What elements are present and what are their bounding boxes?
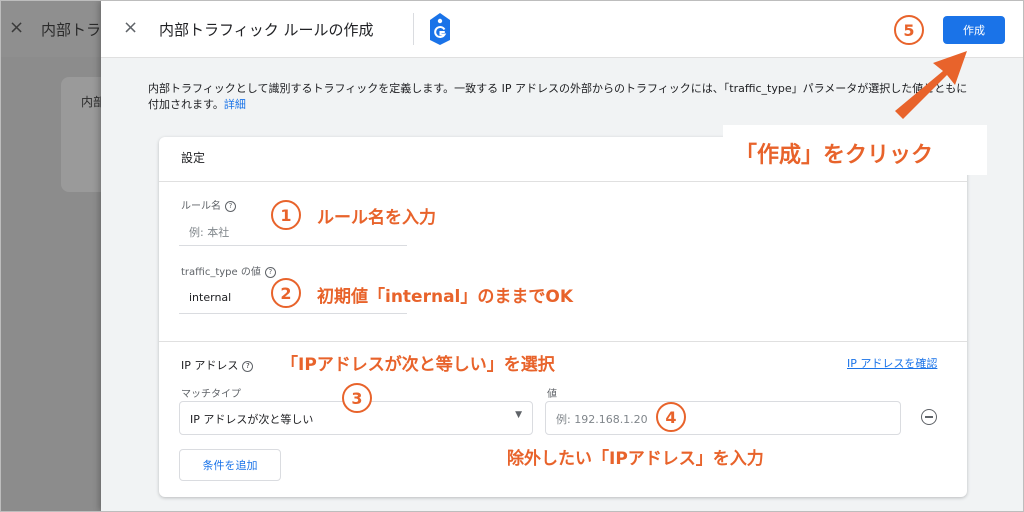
rule-name-label: ルール名? xyxy=(181,197,236,212)
annotation-click-create: 「作成」をクリック xyxy=(735,143,934,168)
match-type-value: IP アドレスが次と等しい xyxy=(190,413,314,426)
traffic-type-label: traffic_type の値? xyxy=(181,263,276,278)
ip-value-placeholder: 例: 192.168.1.20 xyxy=(556,413,648,426)
header-divider xyxy=(413,13,414,45)
create-rule-panel: × 内部トラフィック ルールの作成 作成 内部トラフィックとして識別するトラフィ… xyxy=(101,1,1023,511)
background-close-icon: × xyxy=(9,17,25,38)
background-title: 内部トラ xyxy=(41,21,102,39)
close-icon[interactable]: × xyxy=(123,17,138,38)
arrow-to-create-icon xyxy=(895,51,967,119)
create-button[interactable]: 作成 xyxy=(943,16,1005,44)
panel-header: × 内部トラフィック ルールの作成 作成 xyxy=(101,1,1023,58)
confirm-ip-link[interactable]: IP アドレスを確認 xyxy=(847,355,937,371)
settings-card-title: 設定 xyxy=(181,151,206,165)
annotation-traffic-type: 初期値「internal」のままでOK xyxy=(317,287,573,307)
rule-name-placeholder: 例: 本社 xyxy=(189,226,230,239)
settings-card: 設定 ルール名? 例: 本社 traffic_type の値? internal… xyxy=(159,137,967,497)
learn-more-link[interactable]: 詳細 xyxy=(224,98,246,111)
help-icon[interactable]: ? xyxy=(242,360,254,372)
value-label: 値 xyxy=(547,389,557,400)
step-3-marker: 3 xyxy=(342,383,372,413)
screenshot-frame: × 内部トラ 内部 × 内部トラフィック ルールの作成 作成 内部トラフィックと… xyxy=(0,0,1024,512)
description-text: 内部トラフィックとして識別するトラフィックを定義します。一致する IP アドレス… xyxy=(148,82,968,111)
google-tag-icon xyxy=(430,13,450,45)
step-1-marker: 1 xyxy=(271,200,301,230)
ip-address-label: IP アドレス? xyxy=(181,357,254,373)
step-2-marker: 2 xyxy=(271,278,301,308)
step-5-marker: 5 xyxy=(894,15,924,45)
annotation-match-type: 「IPアドレスが次と等しい」を選択 xyxy=(281,355,555,375)
remove-condition-icon[interactable] xyxy=(921,409,937,425)
add-condition-button[interactable]: 条件を追加 xyxy=(179,449,281,481)
section-divider xyxy=(159,341,967,342)
match-type-label: マッチタイプ xyxy=(181,389,241,400)
traffic-type-value: internal xyxy=(189,291,232,304)
ip-value-input[interactable]: 例: 192.168.1.20 xyxy=(545,401,901,435)
annotation-rule-name: ルール名を入力 xyxy=(317,208,436,228)
panel-description: 内部トラフィックとして識別するトラフィックを定義します。一致する IP アドレス… xyxy=(148,81,968,113)
step-4-marker: 4 xyxy=(656,402,686,432)
dropdown-arrow-icon: ▼ xyxy=(515,410,522,420)
annotation-ip-value: 除外したい「IPアドレス」を入力 xyxy=(507,449,764,469)
help-icon[interactable]: ? xyxy=(225,200,236,212)
panel-title: 内部トラフィック ルールの作成 xyxy=(159,21,374,39)
help-icon[interactable]: ? xyxy=(264,266,276,278)
